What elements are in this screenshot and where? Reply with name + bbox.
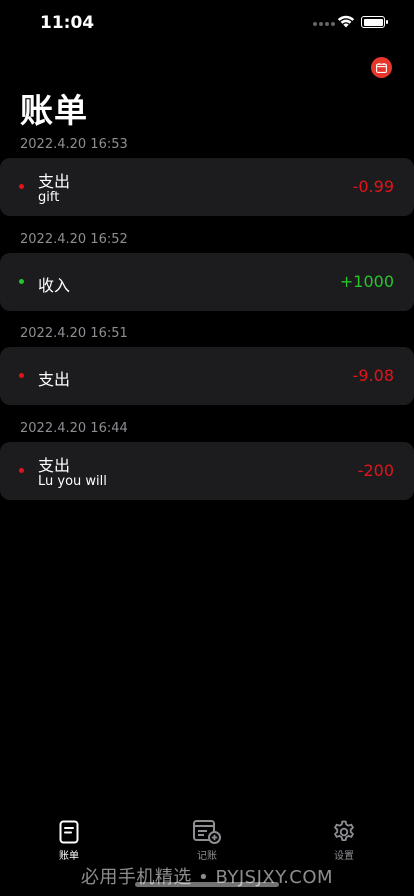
tab-label: 账单 xyxy=(59,851,79,862)
bill-amount: +1000 xyxy=(339,272,394,291)
page-title: 账单 xyxy=(20,91,88,130)
screen: 11:04 账单 2022.4.20 16:53 支出 gift -0.99 2… xyxy=(0,0,414,896)
bill-date: 2022.4.20 16:51 xyxy=(20,326,128,341)
tab-settings[interactable]: 设置 xyxy=(304,820,384,862)
bill-note: gift xyxy=(38,190,60,205)
calendar-icon xyxy=(376,62,387,73)
bill-card[interactable]: 支出 gift -0.99 xyxy=(0,158,414,216)
bill-date: 2022.4.20 16:53 xyxy=(20,137,128,152)
bill-amount: -9.08 xyxy=(352,366,394,385)
calendar-button[interactable] xyxy=(371,57,392,78)
income-dot-icon xyxy=(19,279,24,284)
bill-type: 支出 xyxy=(38,370,71,389)
status-bar: 11:04 xyxy=(0,0,414,44)
expense-dot-icon xyxy=(19,373,24,378)
bill-amount: -200 xyxy=(357,461,394,480)
tab-label: 设置 xyxy=(334,851,354,862)
bill-date: 2022.4.20 16:52 xyxy=(20,232,128,247)
bill-icon xyxy=(59,820,79,844)
battery-icon xyxy=(361,16,388,28)
bill-amount: -0.99 xyxy=(352,177,394,196)
bill-type: 收入 xyxy=(38,276,71,295)
bill-card[interactable]: 支出 -9.08 xyxy=(0,347,414,405)
bill-date: 2022.4.20 16:44 xyxy=(20,421,128,436)
tab-bills[interactable]: 账单 xyxy=(29,820,109,862)
home-indicator[interactable] xyxy=(135,882,279,887)
tab-label: 记账 xyxy=(197,851,217,862)
expense-dot-icon xyxy=(19,184,24,189)
wifi-icon xyxy=(337,15,355,28)
bill-type: 支出 xyxy=(38,172,71,191)
add-record-icon xyxy=(193,820,221,844)
status-time: 11:04 xyxy=(40,13,95,33)
bill-card[interactable]: 收入 +1000 xyxy=(0,253,414,311)
bill-note: Lu you will xyxy=(38,474,107,489)
bill-type: 支出 xyxy=(38,456,71,475)
cellular-signal-icon xyxy=(313,22,335,26)
gear-icon xyxy=(334,820,354,841)
tab-record[interactable]: 记账 xyxy=(167,820,247,862)
bill-card[interactable]: 支出 Lu you will -200 xyxy=(0,442,414,500)
expense-dot-icon xyxy=(19,468,24,473)
